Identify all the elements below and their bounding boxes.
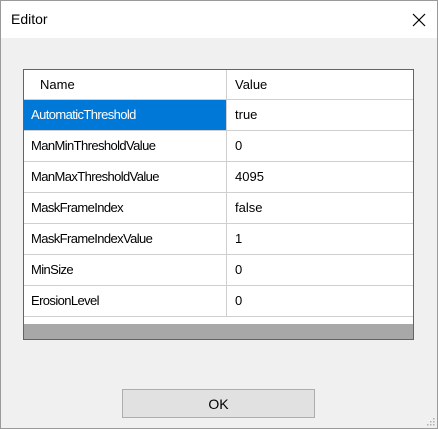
property-value-cell[interactable]: 0	[227, 255, 413, 285]
property-name-cell[interactable]: MaskFrameIndexValue	[24, 224, 227, 254]
resize-grip-icon[interactable]	[425, 416, 435, 426]
table-row[interactable]: ManMinThresholdValue 0	[24, 131, 413, 162]
property-value-cell[interactable]: 0	[227, 286, 413, 316]
column-header-name[interactable]: Name	[24, 70, 227, 100]
property-name-cell[interactable]: ManMinThresholdValue	[24, 131, 227, 161]
title-bar: Editor	[1, 1, 437, 38]
property-value-cell[interactable]: 0	[227, 131, 413, 161]
close-button[interactable]	[401, 1, 437, 38]
property-name-cell[interactable]: ManMaxThresholdValue	[24, 162, 227, 192]
column-header-value[interactable]: Value	[227, 70, 413, 100]
table-row[interactable]: AutomaticThreshold true	[24, 100, 413, 131]
grid-empty-area	[24, 324, 413, 339]
property-name-cell[interactable]: ErosionLevel	[24, 286, 227, 316]
property-value-cell[interactable]: 1	[227, 224, 413, 254]
property-grid[interactable]: Name Value AutomaticThreshold true ManMinT…	[23, 69, 414, 340]
grid-header: Name Value	[24, 70, 413, 100]
table-row[interactable]: MaskFrameIndex false	[24, 193, 413, 224]
property-name-cell[interactable]: MinSize	[24, 255, 227, 285]
table-row[interactable]: ManMaxThresholdValue 4095	[24, 162, 413, 193]
table-row[interactable]: ErosionLevel 0	[24, 286, 413, 317]
editor-dialog: Editor Name Value AutomaticThreshold true…	[0, 0, 438, 429]
property-name-cell[interactable]: MaskFrameIndex	[24, 193, 227, 223]
close-icon	[412, 13, 426, 26]
ok-button[interactable]: OK	[122, 389, 315, 418]
table-row[interactable]: MaskFrameIndexValue 1	[24, 224, 413, 255]
table-row[interactable]: MinSize 0	[24, 255, 413, 286]
property-value-cell[interactable]: 4095	[227, 162, 413, 192]
property-name-cell[interactable]: AutomaticThreshold	[24, 100, 227, 130]
property-value-cell[interactable]: true	[227, 100, 413, 130]
property-value-cell[interactable]: false	[227, 193, 413, 223]
grid-rows: AutomaticThreshold true ManMinThresholdVal…	[24, 100, 413, 317]
window-title: Editor	[11, 11, 48, 27]
